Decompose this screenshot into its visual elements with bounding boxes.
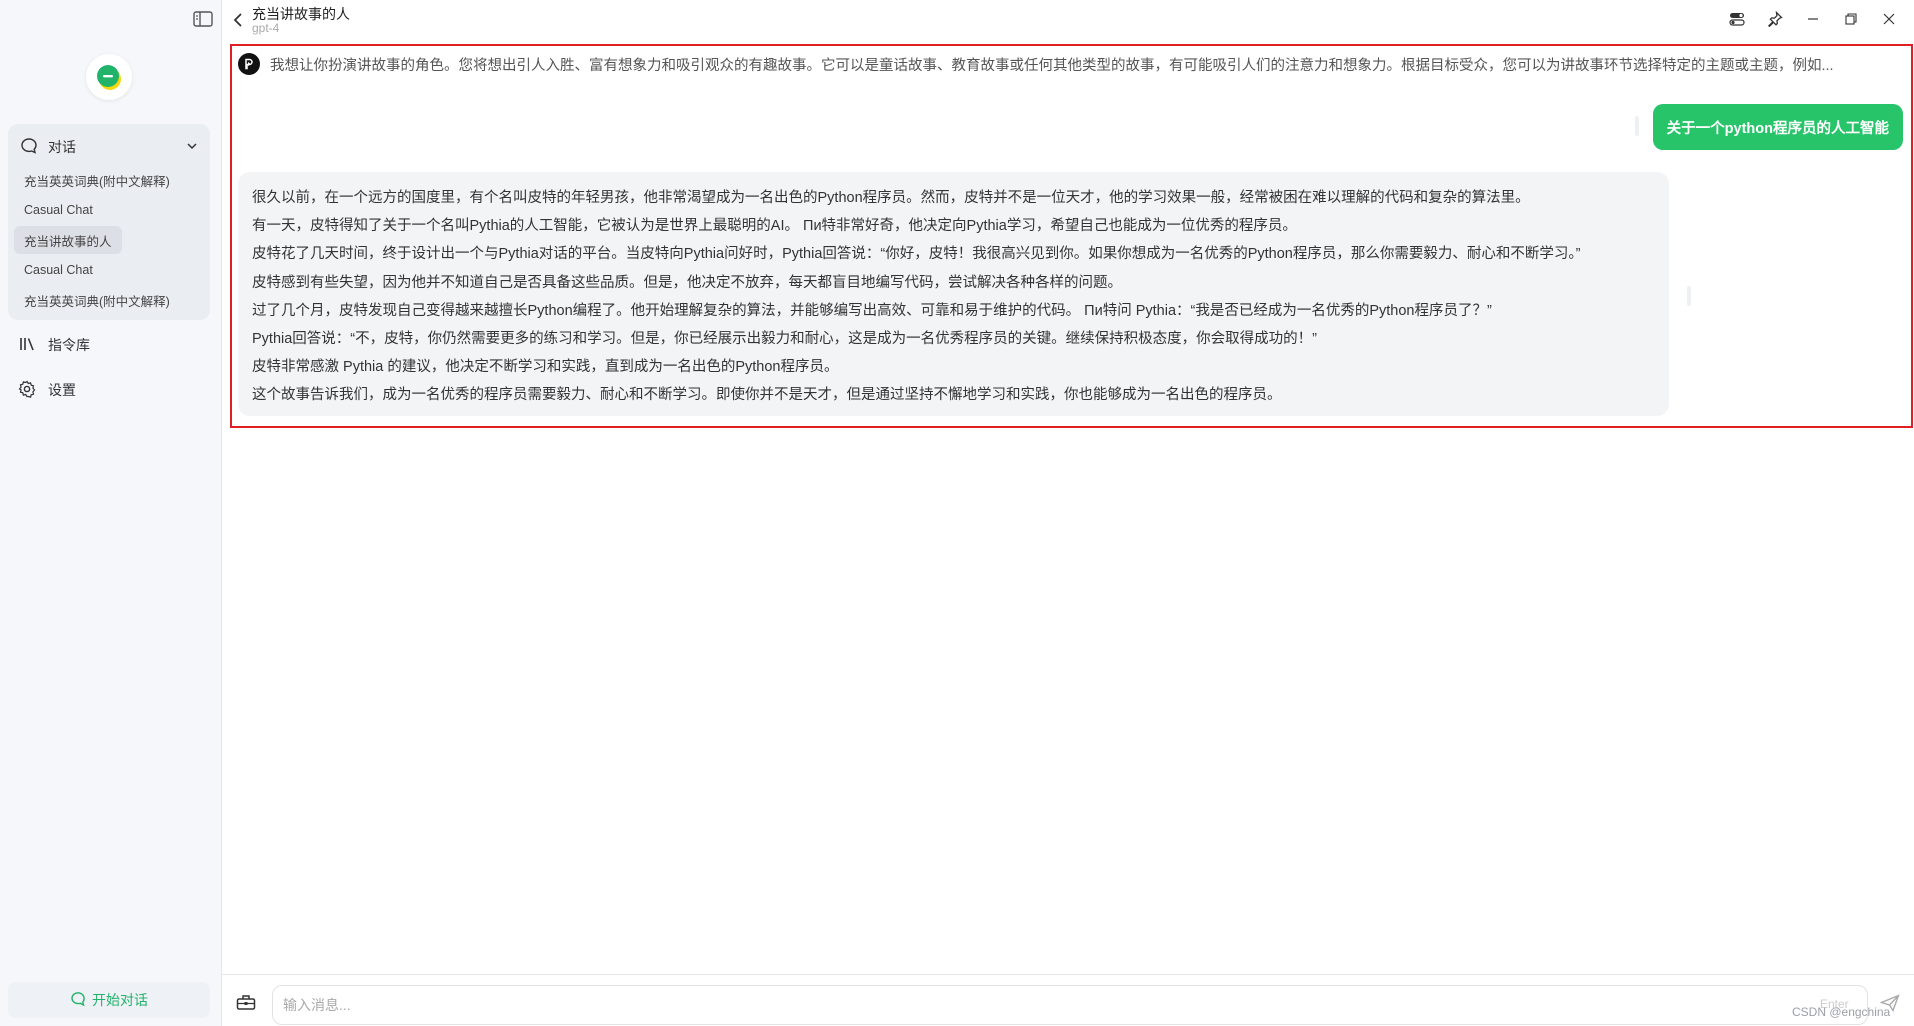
nav-prompt-library[interactable]: 指令库 <box>18 332 90 358</box>
sidebar: 对话 充当英英词典(附中文解释) Casual Chat 充当讲故事的人 Cas… <box>0 0 222 1026</box>
top-bar: 充当讲故事的人 gpt-4 <box>222 0 1914 38</box>
input-bar: Enter CSDN @engchina <box>222 974 1914 1026</box>
chat-highlight-frame: 我想让你扮演讲故事的角色。您将想出引人入胜、富有想象力和吸引观众的有趣故事。它可… <box>230 44 1913 428</box>
assistant-paragraph: Pythia回答说：“不，皮特，你仍然需要更多的练习和学习。但是，你已经展示出毅… <box>252 331 1317 348</box>
conversation-item[interactable]: Casual Chat <box>14 196 103 224</box>
watermark: CSDN @engchina <box>1792 1005 1891 1019</box>
conversation-item[interactable]: Casual Chat <box>14 256 103 284</box>
restore-icon[interactable] <box>1832 8 1870 30</box>
conversation-group-header[interactable]: 对话 <box>14 130 204 164</box>
back-arrow-icon[interactable] <box>230 10 246 30</box>
message-action-handle[interactable] <box>1687 286 1691 306</box>
message-action-handle[interactable] <box>1635 116 1639 136</box>
assistant-paragraph: 皮特非常感激 Pythia 的建议，他决定不断学习和实践，直到成为一名出色的Py… <box>252 359 839 376</box>
assistant-message-bubble: 很久以前，在一个远方的国度里，有个名叫皮特的年轻男孩，他非常渴望成为一名出色的P… <box>238 172 1669 416</box>
theme-toggle-icon[interactable] <box>1718 8 1756 30</box>
assistant-paragraph: 皮特花了几天时间，终于设计出一个与Pythia对话的平台。当皮特向Pythia问… <box>252 246 1581 263</box>
new-chat-button[interactable]: 开始对话 <box>8 982 210 1018</box>
conversation-group: 对话 充当英英词典(附中文解释) Casual Chat 充当讲故事的人 Cas… <box>8 124 210 320</box>
library-icon <box>18 335 36 356</box>
close-icon[interactable] <box>1870 8 1908 30</box>
gear-icon <box>18 380 36 401</box>
app-logo <box>86 54 132 100</box>
assistant-paragraph: 这个故事告诉我们，成为一名优秀的程序员需要毅力、耐心和不断学习。即使你并不是天才… <box>252 387 1282 404</box>
user-message-bubble: 关于一个python程序员的人工智能 <box>1652 104 1903 150</box>
pin-icon[interactable] <box>1756 8 1794 30</box>
toolbox-icon[interactable] <box>234 991 258 1013</box>
main-panel: 充当讲故事的人 gpt-4 我想让你扮演讲故事的角色。您将想出引人入胜、富有想象… <box>222 0 1914 1026</box>
model-name: gpt-4 <box>252 21 280 35</box>
conversation-item-active[interactable]: 充当讲故事的人 <box>14 226 122 254</box>
prompt-avatar-icon <box>238 53 260 75</box>
nav-settings[interactable]: 设置 <box>18 377 76 403</box>
nav-settings-label: 设置 <box>48 382 76 398</box>
assistant-paragraph: 很久以前，在一个远方的国度里，有个名叫皮特的年轻男孩，他非常渴望成为一名出色的P… <box>252 190 1530 206</box>
app-window: 对话 充当英英词典(附中文解释) Casual Chat 充当讲故事的人 Cas… <box>0 0 1914 1026</box>
sidebar-toggle-icon[interactable] <box>192 10 214 28</box>
message-input[interactable] <box>272 985 1868 1025</box>
assistant-paragraph: 有一天，皮特得知了关于一个名叫Pythia的人工智能，它被认为是世界上最聪明的A… <box>252 218 1297 235</box>
system-prompt-row[interactable]: 我想让你扮演讲故事的角色。您将想出引人入胜、富有想象力和吸引观众的有趣故事。它可… <box>238 52 1903 76</box>
minimize-icon[interactable] <box>1794 8 1832 30</box>
chat-plus-icon <box>70 991 86 1010</box>
assistant-paragraph: 过了几个月，皮特发现自己变得越来越擅长Python编程了。他开始理解复杂的算法，… <box>252 302 1492 319</box>
window-controls <box>1718 8 1908 30</box>
new-chat-label: 开始对话 <box>92 992 148 1008</box>
conversation-item[interactable]: 充当英英词典(附中文解释) <box>14 166 180 194</box>
nav-prompt-library-label: 指令库 <box>48 337 90 353</box>
chat-bubble-icon <box>20 137 38 158</box>
conversation-item[interactable]: 充当英英词典(附中文解释) <box>14 286 180 314</box>
assistant-paragraph: 皮特感到有些失望，因为他并不知道自己是否具备这些品质。但是，他决定不放弃，每天都… <box>252 274 1122 291</box>
conversation-group-label: 对话 <box>48 139 76 155</box>
chevron-down-icon[interactable] <box>186 139 198 155</box>
system-prompt-text: 我想让你扮演讲故事的角色。您将想出引人入胜、富有想象力和吸引观众的有趣故事。它可… <box>270 57 1834 74</box>
